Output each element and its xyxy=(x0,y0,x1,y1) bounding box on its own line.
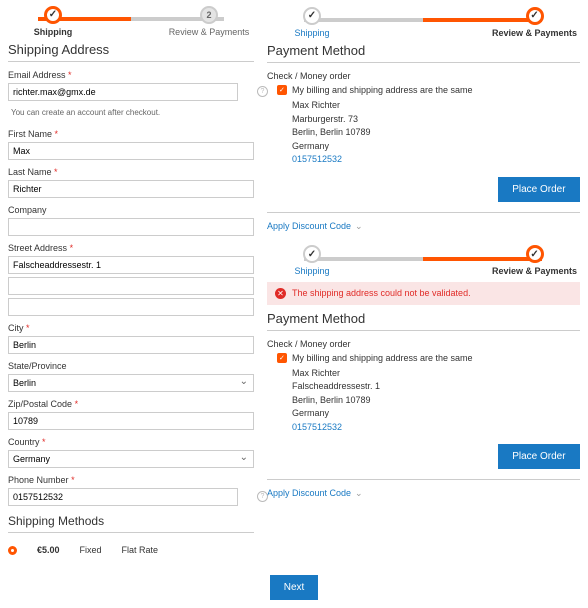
shipping-method-row[interactable]: €5.00 Fixed Flat Rate xyxy=(8,539,254,561)
step-2-label: Review & Payments xyxy=(490,28,580,38)
step-2-label: Review & Payments xyxy=(164,27,254,37)
billing-same-label: My billing and shipping address are the … xyxy=(292,353,473,363)
city-field[interactable] xyxy=(8,336,254,354)
phone-field[interactable] xyxy=(8,488,238,506)
shipping-column: ✓ Shipping 2 Review & Payments Shipping … xyxy=(8,8,254,561)
step-2-label: Review & Payments xyxy=(490,266,580,276)
ship-price: €5.00 xyxy=(37,545,60,555)
help-icon[interactable]: ? xyxy=(257,86,268,97)
progress-bar: ✓ Shipping ✓ Review & Payments xyxy=(267,9,580,35)
ship-flatrate: Flat Rate xyxy=(122,545,159,555)
billing-same-checkbox[interactable]: ✓ xyxy=(277,85,287,95)
discount-toggle[interactable]: Apply Discount Code xyxy=(267,221,351,231)
ship-fixed: Fixed xyxy=(80,545,102,555)
step-1-circle[interactable]: ✓ xyxy=(303,245,321,263)
step-1-circle[interactable]: ✓ xyxy=(303,7,321,25)
phone-label: Phone Number * xyxy=(8,475,254,485)
email-label: Email Address * xyxy=(8,70,254,80)
country-select[interactable]: Germany xyxy=(8,450,254,468)
lastname-field[interactable] xyxy=(8,180,254,198)
street-label: Street Address * xyxy=(8,243,254,253)
payment-title: Payment Method xyxy=(267,43,580,63)
step-1-circle: ✓ xyxy=(44,6,62,24)
company-label: Company xyxy=(8,205,254,215)
street-field-1[interactable] xyxy=(8,256,254,274)
progress-bar: ✓ Shipping ✓ Review & Payments xyxy=(267,248,580,274)
country-label: Country * xyxy=(8,437,254,447)
progress-bar: ✓ Shipping 2 Review & Payments xyxy=(8,8,254,34)
chevron-down-icon: ⌄ xyxy=(355,488,363,498)
step-1-label[interactable]: Shipping xyxy=(267,28,357,38)
billing-same-checkbox[interactable]: ✓ xyxy=(277,353,287,363)
error-icon: ✕ xyxy=(275,288,286,299)
place-order-button[interactable]: Place Order xyxy=(498,177,579,202)
company-field[interactable] xyxy=(8,218,254,236)
state-label: State/Province xyxy=(8,361,254,371)
state-select[interactable]: Berlin xyxy=(8,374,254,392)
payment-panel-2: ✓ Shipping ✓ Review & Payments ✕ The shi… xyxy=(266,247,581,501)
payment-title: Payment Method xyxy=(267,311,580,331)
street-field-2[interactable] xyxy=(8,277,254,295)
shipping-methods-title: Shipping Methods xyxy=(8,514,254,533)
chevron-down-icon: ⌄ xyxy=(355,221,363,231)
help-icon[interactable]: ? xyxy=(257,491,268,502)
discount-toggle[interactable]: Apply Discount Code xyxy=(267,488,351,498)
street-field-3[interactable] xyxy=(8,298,254,316)
lastname-label: Last Name * xyxy=(8,167,254,177)
email-note: You can create an account after checkout… xyxy=(11,108,254,117)
firstname-label: First Name * xyxy=(8,129,254,139)
step-2-circle: 2 xyxy=(200,6,218,24)
payment-subtype: Check / Money order xyxy=(267,339,580,349)
step-2-circle: ✓ xyxy=(526,245,544,263)
zip-label: Zip/Postal Code * xyxy=(8,399,254,409)
step-1-label: Shipping xyxy=(8,27,98,37)
billing-address: Max RichterFalscheaddressestr. 1Berlin, … xyxy=(292,367,580,435)
city-label: City * xyxy=(8,323,254,333)
zip-field[interactable] xyxy=(8,412,254,430)
payment-subtype: Check / Money order xyxy=(267,71,580,81)
error-text: The shipping address could not be valida… xyxy=(292,288,471,298)
billing-same-label: My billing and shipping address are the … xyxy=(292,85,473,95)
billing-address: Max RichterMarburgerstr. 73Berlin, Berli… xyxy=(292,99,580,167)
radio-icon xyxy=(8,546,17,555)
step-1-label[interactable]: Shipping xyxy=(267,266,357,276)
error-banner: ✕ The shipping address could not be vali… xyxy=(267,282,580,305)
place-order-button[interactable]: Place Order xyxy=(498,444,579,469)
firstname-field[interactable] xyxy=(8,142,254,160)
payment-panel-1: ✓ Shipping ✓ Review & Payments Payment M… xyxy=(266,8,581,233)
shipping-address-title: Shipping Address xyxy=(8,42,254,62)
email-field[interactable] xyxy=(8,83,238,101)
step-2-circle: ✓ xyxy=(526,7,544,25)
